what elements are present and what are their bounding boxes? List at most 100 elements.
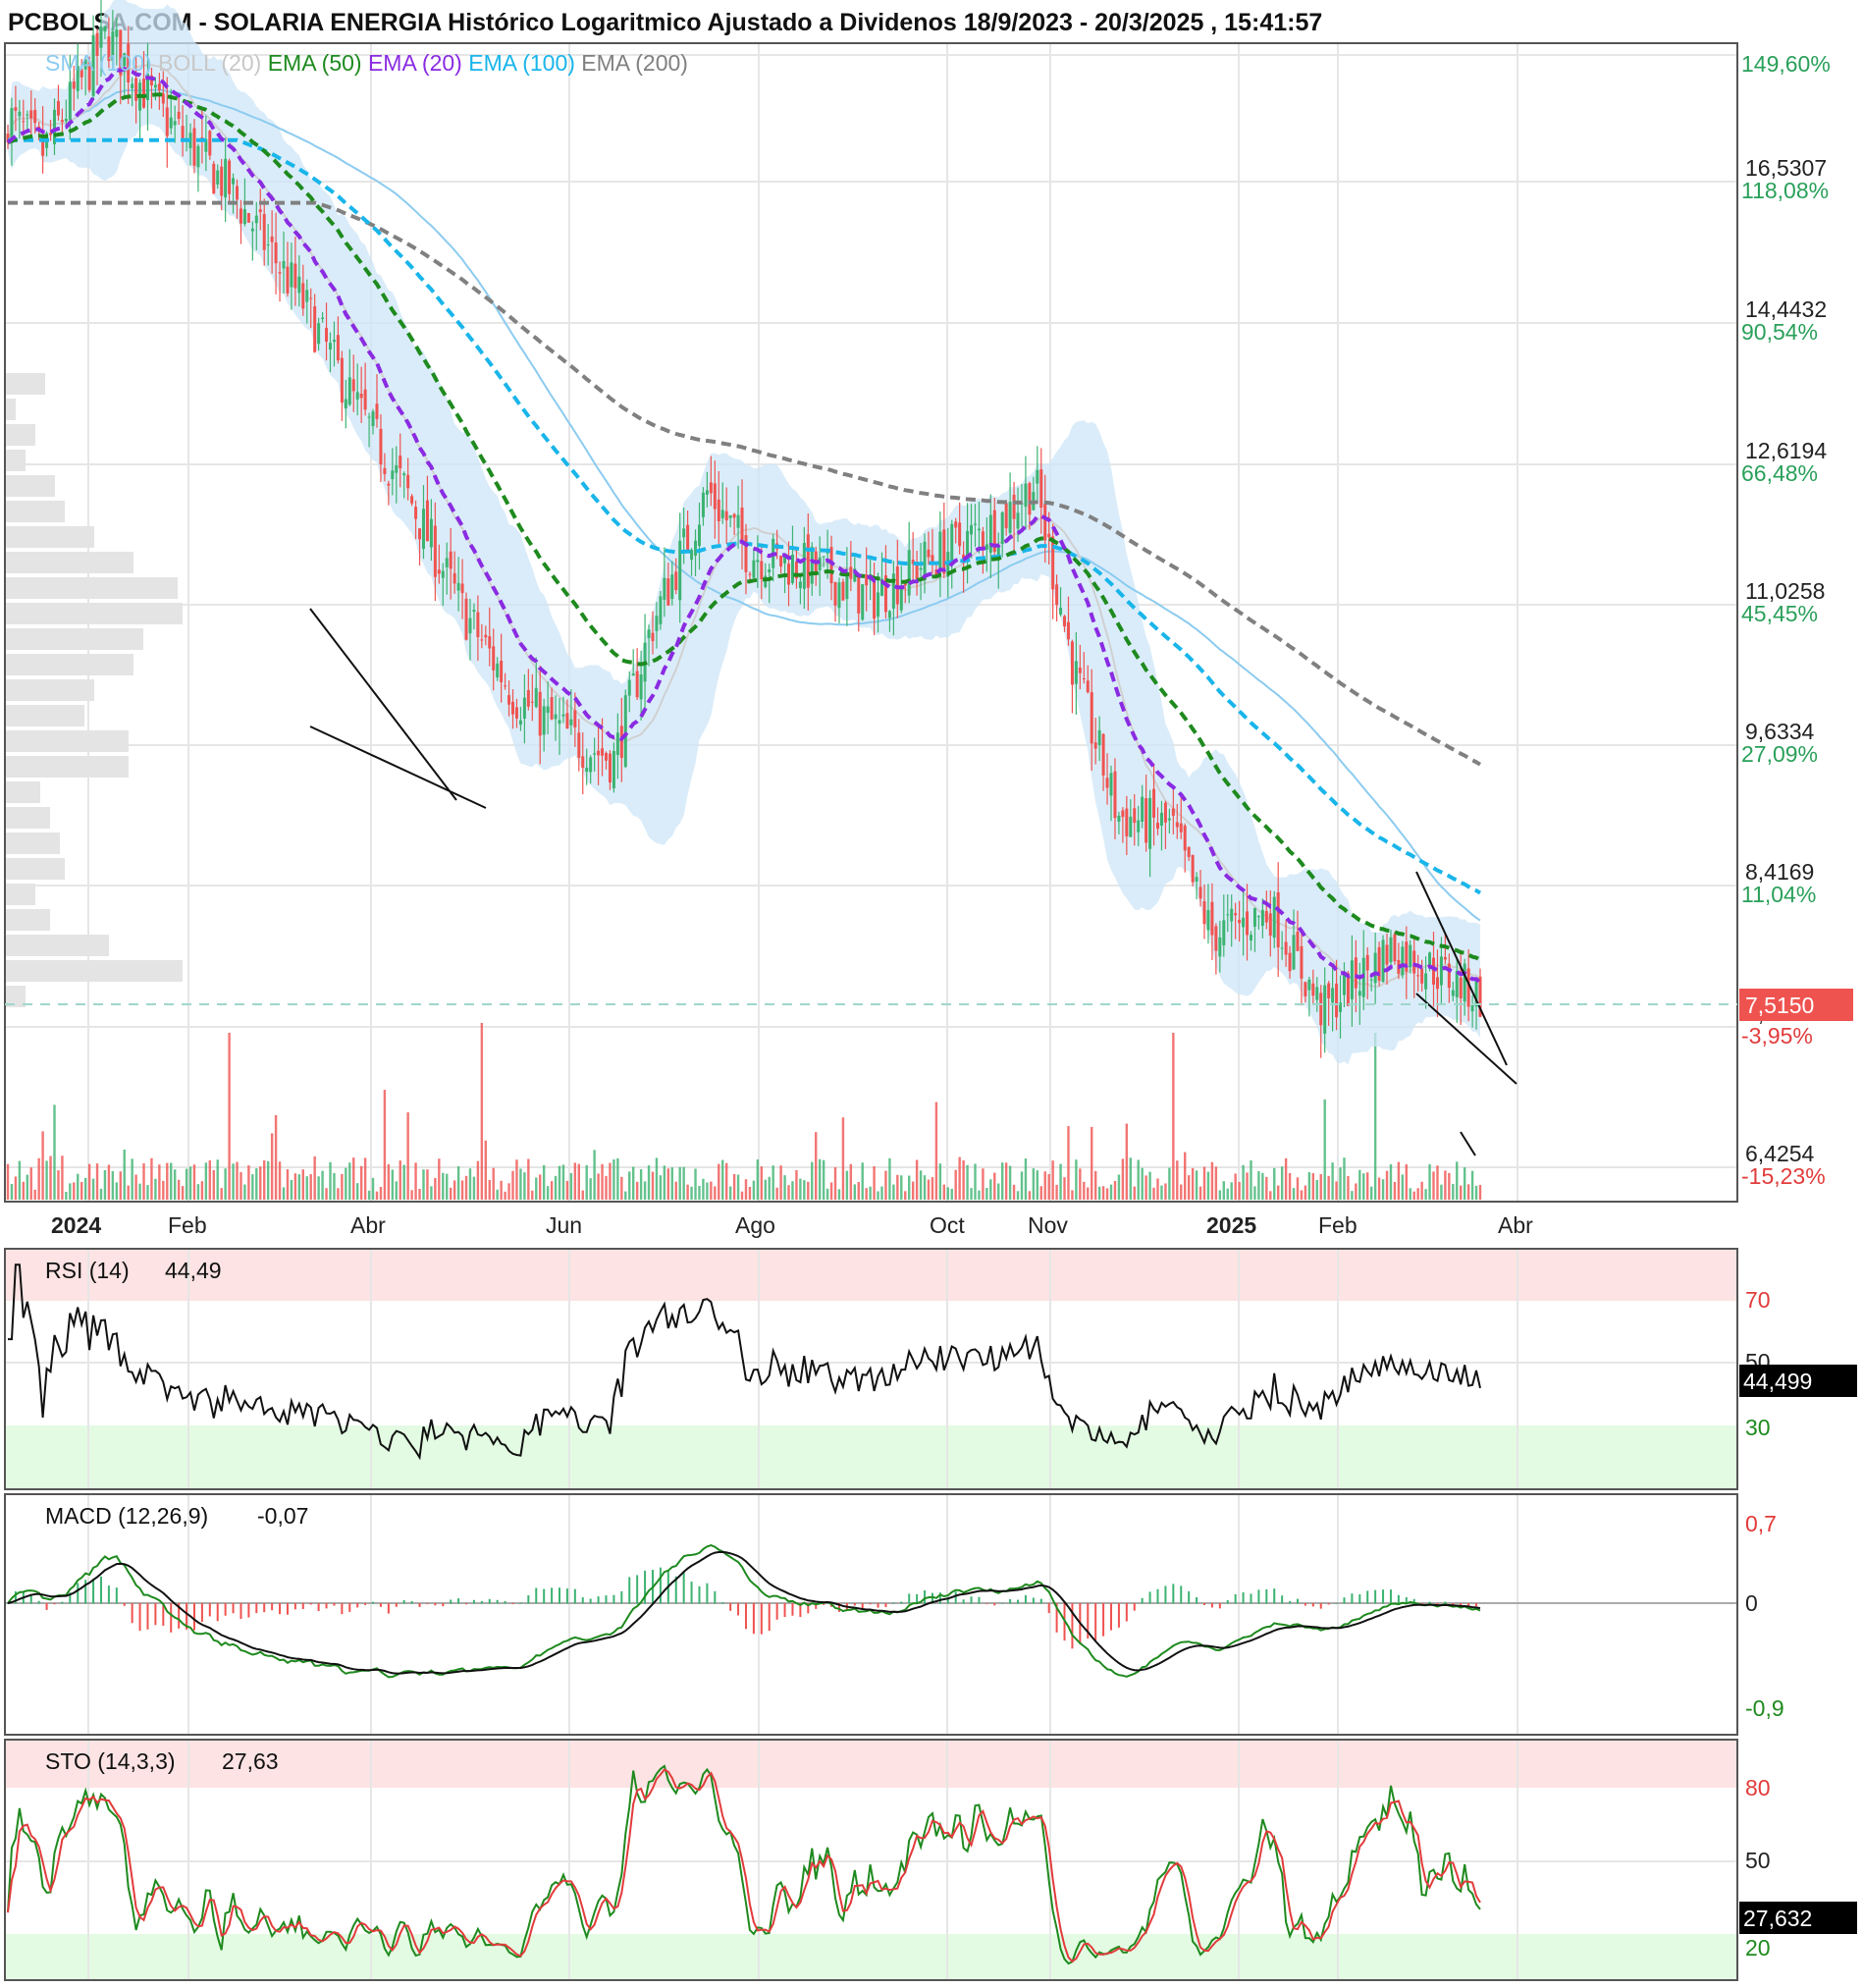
volume-bar bbox=[192, 1164, 196, 1200]
time-tick: Nov bbox=[1028, 1212, 1068, 1238]
candle-body bbox=[565, 713, 569, 728]
volume-bar bbox=[732, 1173, 736, 1200]
candle-body bbox=[286, 266, 290, 294]
candle-body bbox=[717, 499, 720, 521]
candle-body bbox=[1113, 771, 1117, 819]
candle-body bbox=[768, 568, 772, 573]
volume-bar bbox=[263, 1160, 266, 1200]
macd-hist-bar bbox=[488, 1598, 491, 1604]
volume-bar bbox=[985, 1187, 988, 1200]
candle-body bbox=[1171, 808, 1175, 816]
volume-bar bbox=[997, 1183, 1000, 1200]
candle-body bbox=[1272, 896, 1276, 939]
macd-hist-bar bbox=[131, 1603, 133, 1624]
volume-bar bbox=[1156, 1178, 1159, 1200]
candle-body bbox=[798, 581, 802, 589]
percent-tick: 90,54% bbox=[1741, 319, 1818, 345]
time-tick: 2024 bbox=[51, 1212, 101, 1238]
volume-bar bbox=[853, 1184, 856, 1200]
volume-bar bbox=[869, 1186, 872, 1200]
macd-hist-bar bbox=[1218, 1603, 1221, 1609]
volume-bar bbox=[1067, 1126, 1070, 1200]
volume-bar bbox=[896, 1174, 899, 1200]
candle-body bbox=[927, 549, 931, 558]
candle-body bbox=[429, 518, 433, 548]
candle-body bbox=[1004, 503, 1008, 529]
volume-profile-bar bbox=[6, 501, 65, 522]
volume-profile-bar bbox=[6, 603, 183, 624]
volume-profile-bar bbox=[6, 628, 143, 650]
candle-body bbox=[631, 673, 635, 676]
candle-body bbox=[950, 523, 954, 562]
volume-bar bbox=[938, 1163, 942, 1200]
volume-bar bbox=[337, 1188, 340, 1200]
candle-body bbox=[942, 529, 946, 574]
candle-body bbox=[615, 732, 619, 756]
volume-bar bbox=[710, 1181, 713, 1200]
volume-bar bbox=[1319, 1174, 1322, 1200]
volume-bar bbox=[612, 1158, 615, 1200]
macd-hist-bar bbox=[760, 1603, 763, 1635]
candle-body bbox=[232, 178, 236, 185]
chart-title: PCBOLSA.COM - SOLARIA ENERGIA Histórico … bbox=[8, 9, 1322, 36]
volume-bar bbox=[95, 1163, 99, 1200]
volume-bar bbox=[736, 1174, 740, 1200]
candle-body bbox=[919, 567, 923, 570]
percent-tick: 118,08% bbox=[1741, 178, 1829, 203]
macd-hist-bar bbox=[884, 1603, 887, 1608]
candle-body bbox=[1137, 820, 1141, 833]
volume-bar bbox=[309, 1174, 312, 1200]
macd-hist-bar bbox=[721, 1602, 724, 1604]
volume-bar bbox=[1000, 1162, 1004, 1200]
candle-body bbox=[573, 710, 577, 727]
volume-bar bbox=[259, 1166, 262, 1200]
volume-bar bbox=[1456, 1161, 1459, 1200]
macd-hist-bar bbox=[154, 1603, 157, 1626]
candle-body bbox=[873, 577, 877, 619]
volume-bar bbox=[815, 1132, 818, 1200]
percent-tick: 11,04% bbox=[1741, 882, 1816, 907]
macd-hist-bar bbox=[729, 1603, 732, 1611]
candle-body bbox=[99, 27, 103, 48]
volume-bar bbox=[958, 1156, 961, 1200]
volume-bar bbox=[1366, 1172, 1369, 1200]
candle-body bbox=[33, 109, 37, 124]
candle-body bbox=[1284, 941, 1288, 955]
candle-body bbox=[1210, 901, 1214, 936]
macd-hist-bar bbox=[1172, 1584, 1175, 1604]
volume-bar bbox=[1047, 1173, 1050, 1200]
volume-bar bbox=[228, 1033, 231, 1200]
macd-hist-bar bbox=[791, 1603, 794, 1616]
candle-body bbox=[192, 128, 196, 166]
volume-bar bbox=[406, 1112, 409, 1200]
volume-bar bbox=[33, 1189, 36, 1200]
volume-profile-bar bbox=[6, 654, 133, 675]
volume-bar bbox=[1448, 1172, 1451, 1200]
macd-hist-bar bbox=[900, 1601, 903, 1604]
volume-bar bbox=[978, 1190, 981, 1200]
volume-bar bbox=[367, 1190, 371, 1200]
candle-body bbox=[507, 695, 511, 705]
candle-body bbox=[534, 687, 538, 708]
volume-bar bbox=[1412, 1191, 1415, 1200]
volume-bar bbox=[212, 1170, 215, 1200]
volume-bar bbox=[297, 1174, 301, 1200]
candle-body bbox=[157, 83, 161, 90]
sto-tick-50: 50 bbox=[1745, 1848, 1771, 1873]
macd-hist-bar bbox=[559, 1587, 561, 1604]
volume-bar bbox=[904, 1191, 907, 1200]
candle-body bbox=[736, 514, 740, 528]
volume-bar bbox=[1195, 1170, 1198, 1200]
volume-bar bbox=[1420, 1181, 1423, 1200]
volume-bar bbox=[80, 1181, 83, 1200]
volume-bar bbox=[200, 1181, 204, 1200]
candle-body bbox=[841, 581, 845, 601]
percent-tick: -15,23% bbox=[1741, 1163, 1826, 1189]
macd-hist-bar bbox=[379, 1603, 382, 1607]
candle-body bbox=[635, 671, 639, 698]
volume-bar bbox=[414, 1162, 417, 1200]
candle-body bbox=[1381, 940, 1385, 983]
candle-body bbox=[355, 392, 359, 400]
volume-bar bbox=[1242, 1164, 1245, 1200]
candle-body bbox=[258, 209, 262, 213]
